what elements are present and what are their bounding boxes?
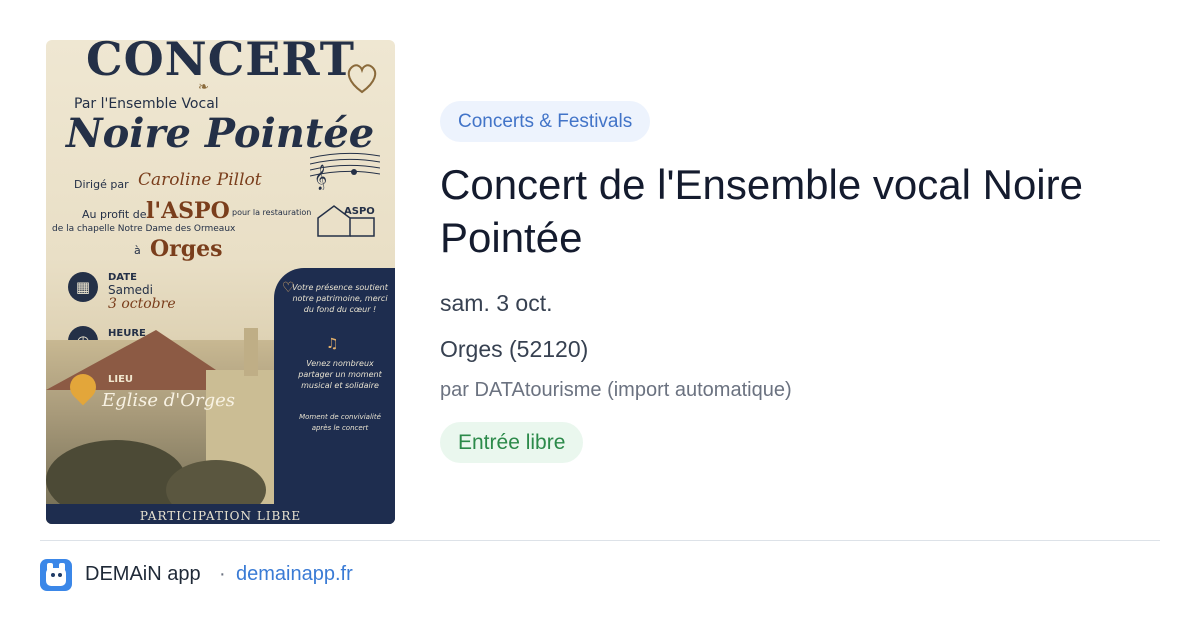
chapel-icon: ASPO — [317, 205, 375, 237]
poster-place-value: Eglise d'Orges — [102, 390, 236, 411]
logo-eye-left — [51, 573, 55, 577]
svg-text:𝄞: 𝄞 — [314, 164, 327, 190]
price-badge: Entrée libre — [440, 422, 584, 463]
poster-date-value: 3 octobre — [108, 296, 176, 312]
chapel-bell-tower — [244, 328, 258, 376]
event-poster-image[interactable]: CONCERT ❧ Par l'Ensemble Vocal Noire Poi… — [46, 40, 395, 524]
logo-eye-right — [58, 573, 62, 577]
poster-place-label: LIEU — [108, 374, 134, 385]
leaf-ornament-icon: ❧ — [198, 80, 209, 95]
footer-separator: · — [219, 563, 226, 585]
app-name: DEMAiN app — [85, 563, 201, 585]
event-date: sam. 3 oct. — [440, 290, 553, 316]
category-badge[interactable]: Concerts & Festivals — [440, 101, 651, 142]
music-note-icon: ♫ — [326, 336, 339, 352]
poster-panel-text-1: Votre présence soutient notre patrimoine… — [292, 283, 388, 314]
footer-divider — [40, 540, 1160, 541]
music-staff-icon: 𝄞 — [310, 152, 380, 190]
poster-date-label: DATE — [108, 272, 137, 283]
poster-a-prefix: à — [134, 244, 141, 257]
app-domain-link[interactable]: demainapp.fr — [236, 563, 353, 586]
poster-town: Orges — [150, 236, 223, 262]
poster-chapel-line: de la chapelle Notre Dame des Ormeaux — [52, 224, 236, 234]
logo-face — [46, 568, 66, 586]
poster-beneficiary: l'ASPO — [146, 198, 230, 224]
poster-panel-text-2: Venez nombreux partager un moment musica… — [298, 359, 382, 390]
svg-text:ASPO: ASPO — [344, 206, 375, 217]
poster-profit-suffix: pour la restauration — [232, 208, 312, 217]
poster-profit-prefix: Au profit de — [82, 208, 147, 221]
event-source: par DATAtourisme (import automatique) — [440, 379, 792, 401]
poster-footer-banner: PARTICIPATION LIBRE — [46, 504, 395, 524]
poster-panel-text-3: Moment de convivialité après le concert — [299, 413, 381, 432]
poster-director: Caroline Pillot — [138, 170, 262, 190]
event-location: Orges (52120) — [440, 336, 589, 362]
heart-icon — [347, 64, 377, 94]
poster-directed-prefix: Dirigé par — [74, 178, 129, 191]
event-title[interactable]: Concert de l'Ensemble vocal Noire Pointé… — [440, 158, 1160, 264]
app-logo-icon — [40, 559, 72, 591]
calendar-icon: ▦ — [68, 272, 98, 302]
poster-date-day: Samedi — [108, 283, 153, 297]
